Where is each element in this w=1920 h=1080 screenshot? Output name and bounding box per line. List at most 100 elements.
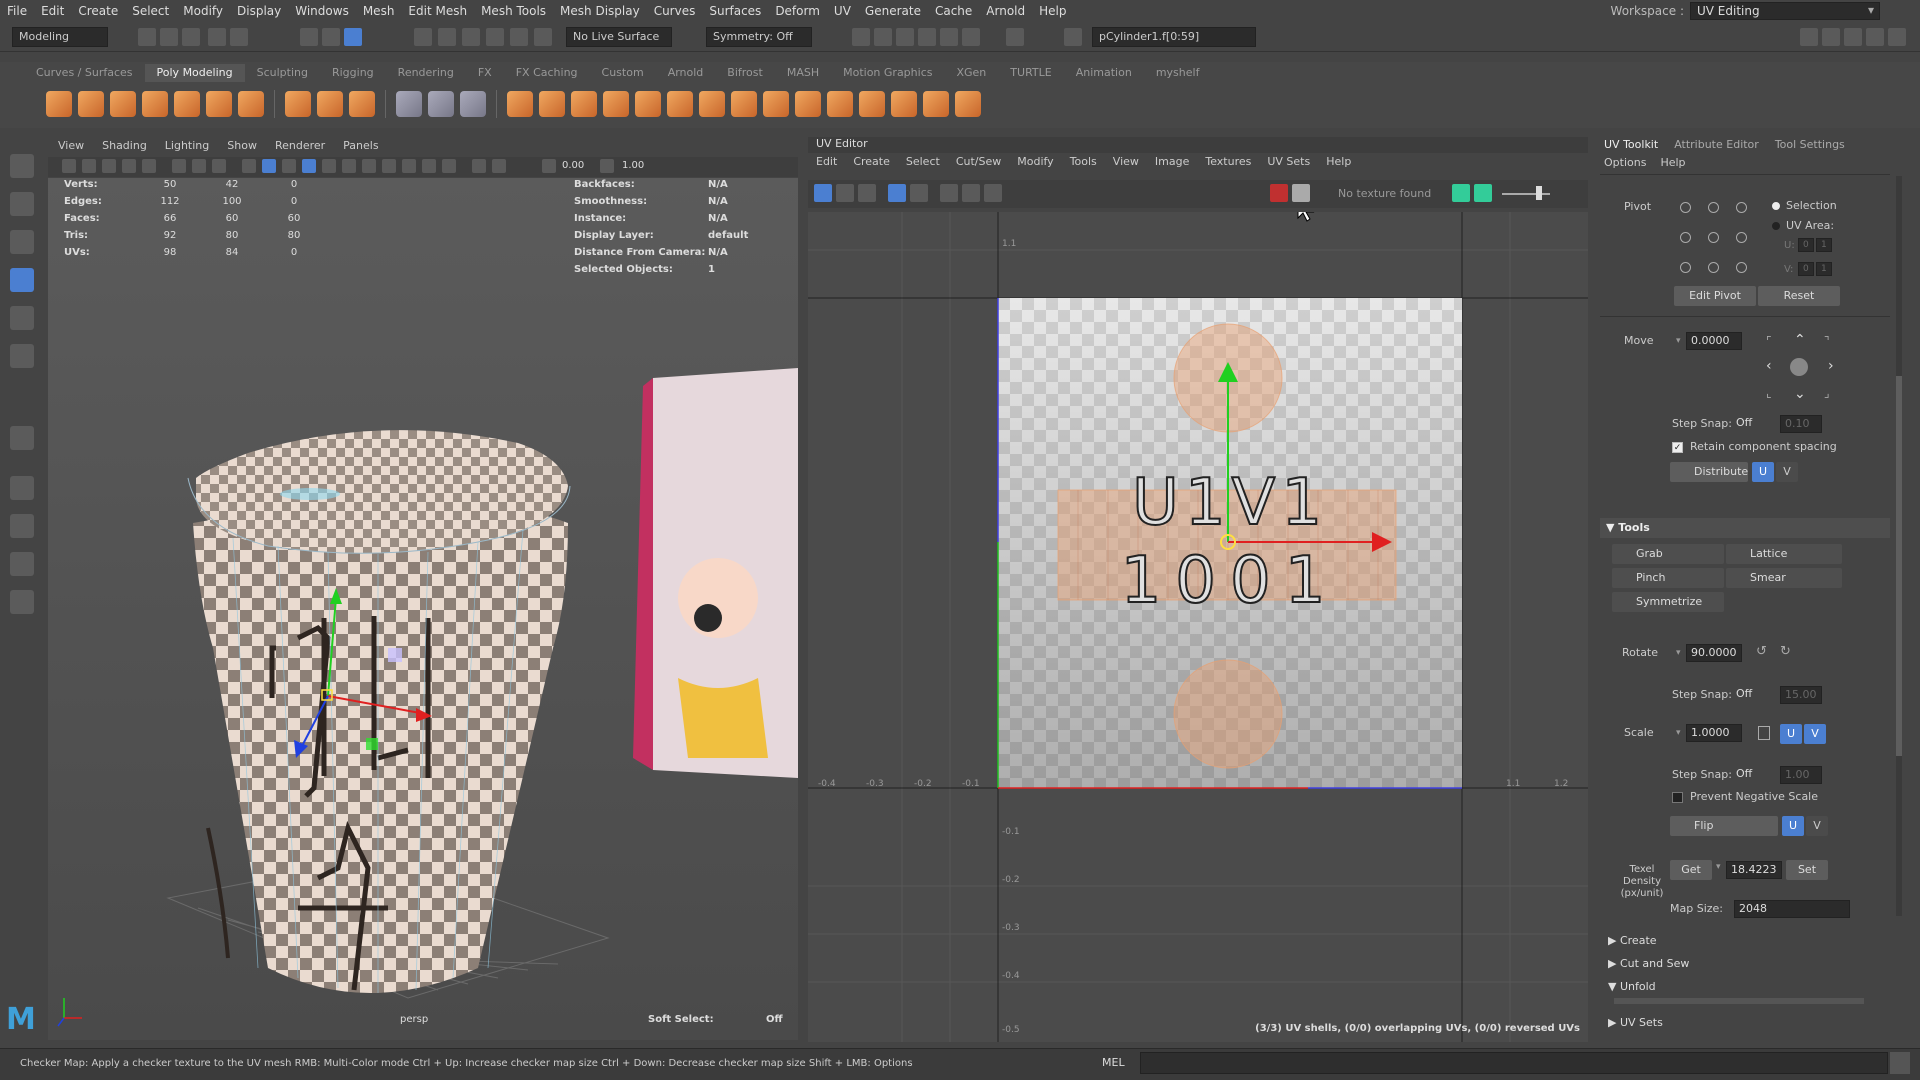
film-gate-icon[interactable] (192, 159, 206, 173)
distribute-v-button[interactable]: V (1776, 462, 1798, 482)
shelf-tab[interactable]: Custom (590, 64, 656, 82)
pivot-v-field[interactable]: 0 (1798, 262, 1814, 276)
rotate-step-snap-dropdown[interactable]: Off (1732, 686, 1774, 704)
history-icon[interactable] (534, 28, 552, 46)
menu-arnold[interactable]: Arnold (979, 4, 1032, 18)
scale-tool-icon[interactable] (10, 344, 34, 368)
pause-icon[interactable] (1006, 28, 1024, 46)
scale-step-snap-value[interactable]: 1.00 (1780, 766, 1822, 784)
uv-edge-icon[interactable] (858, 184, 876, 202)
pivot-u-field[interactable]: 0 (1798, 238, 1814, 252)
scale-v-button[interactable]: V (1804, 724, 1826, 744)
poly-disc-icon[interactable] (238, 91, 264, 117)
move-step-snap-value[interactable]: 0.10 (1780, 415, 1822, 433)
shelf-tab[interactable]: TURTLE (998, 64, 1063, 82)
symmetry-dropdown[interactable]: Symmetry: Off (706, 27, 812, 47)
workspace-dropdown[interactable]: UV Editing (1690, 2, 1880, 20)
scale-value-field[interactable]: 1.0000 (1686, 724, 1742, 742)
scale-lock-icon[interactable] (1758, 726, 1770, 740)
lasso-tool-icon[interactable] (10, 192, 34, 216)
move-center-icon[interactable] (1790, 358, 1808, 376)
uv-menu-item[interactable]: Cut/Sew (956, 155, 1001, 173)
poly-cone-icon[interactable] (142, 91, 168, 117)
shelf-tab[interactable]: myshelf (1144, 64, 1212, 82)
shelf-tab[interactable]: Arnold (656, 64, 716, 82)
smear-tool-button[interactable]: Smear (1726, 568, 1842, 588)
checker-tile-icon[interactable] (1292, 184, 1310, 202)
pivot-radio[interactable] (1736, 202, 1747, 213)
pivot-radio[interactable] (1680, 262, 1691, 273)
render-view-icon[interactable] (962, 28, 980, 46)
distribute-button[interactable]: Distribute (1670, 462, 1748, 482)
panel-tab[interactable]: Attribute Editor (1674, 138, 1759, 151)
gamma-value[interactable]: 1.00 (622, 160, 644, 171)
select-object-icon[interactable] (322, 28, 340, 46)
viewport-menu-item[interactable]: Show (227, 139, 257, 155)
motion-blur-icon[interactable] (422, 159, 436, 173)
lights-icon[interactable] (322, 159, 336, 173)
texel-dropdown-arrow-icon[interactable]: ▾ (1716, 862, 1721, 872)
new-scene-icon[interactable] (138, 28, 156, 46)
edit-pivot-button[interactable]: Edit Pivot (1674, 286, 1756, 306)
four-view-icon[interactable] (10, 514, 34, 538)
pivot-v-field-2[interactable]: 1 (1816, 262, 1832, 276)
uv-grid-icon[interactable] (940, 184, 958, 202)
lattice-tool-button[interactable]: Lattice (1726, 544, 1842, 564)
poly-plane-icon[interactable] (206, 91, 232, 117)
poly-superellipse-icon[interactable] (285, 91, 311, 117)
textured-icon[interactable] (302, 159, 316, 173)
checker-map-icon[interactable] (1270, 184, 1288, 202)
shelf-tab[interactable]: Poly Modeling (144, 64, 245, 82)
shelf-tab[interactable]: Rendering (386, 64, 466, 82)
menu-cache[interactable]: Cache (928, 4, 979, 18)
shelf-tab[interactable]: Sculpting (245, 64, 320, 82)
snap-view-icon[interactable] (486, 28, 504, 46)
create-section-header[interactable]: ▶ Create (1608, 934, 1657, 947)
menu-display[interactable]: Display (230, 4, 288, 18)
pivot-radio[interactable] (1680, 202, 1691, 213)
rotate-dropdown-arrow-icon[interactable]: ▾ (1676, 648, 1681, 658)
attribute-editor-icon[interactable] (1822, 28, 1840, 46)
render-frame-icon[interactable] (874, 28, 892, 46)
depth-of-field-icon[interactable] (472, 159, 486, 173)
uv-sets-section-header[interactable]: ▶ UV Sets (1608, 1016, 1663, 1029)
tool-settings-icon[interactable] (1844, 28, 1862, 46)
command-language-label[interactable]: MEL (1102, 1056, 1125, 1069)
menu-modify[interactable]: Modify (176, 4, 230, 18)
hud-icon[interactable] (492, 159, 506, 173)
move-down-icon[interactable]: ⌄ (1794, 386, 1806, 402)
viewport-menu-item[interactable]: Lighting (165, 139, 209, 155)
redo-icon[interactable] (230, 28, 248, 46)
brightness-slider[interactable] (1502, 193, 1550, 195)
resolution-gate-icon[interactable] (212, 159, 226, 173)
merge-icon[interactable] (603, 91, 629, 117)
scale-u-button[interactable]: U (1780, 724, 1802, 744)
viewport-menu-item[interactable]: Panels (343, 139, 378, 155)
ambient-occlusion-icon[interactable] (402, 159, 416, 173)
uv-menu-item[interactable]: Help (1326, 155, 1351, 173)
uv-menu-item[interactable]: Image (1155, 155, 1189, 173)
panel-submenu-item[interactable]: Options (1604, 156, 1646, 169)
snap-curve-icon[interactable] (438, 28, 456, 46)
circularize-icon[interactable] (795, 91, 821, 117)
wireframe-on-shaded-icon[interactable] (282, 159, 296, 173)
pivot-radio[interactable] (1680, 232, 1691, 243)
menu-create[interactable]: Create (71, 4, 125, 18)
image-plane-icon[interactable] (122, 159, 136, 173)
select-component-icon[interactable] (344, 28, 362, 46)
menu-windows[interactable]: Windows (288, 4, 356, 18)
uv-canvas[interactable]: U1V1 1001 -0.4 -0.3 -0.2 -0.1 1.1 1.2 1.… (808, 212, 1588, 1042)
live-surface-dropdown[interactable]: No Live Surface (566, 27, 672, 47)
move-up-right-icon[interactable]: ⌝ (1824, 334, 1830, 348)
panel-tab[interactable]: Tool Settings (1775, 138, 1845, 151)
menu-uv[interactable]: UV (827, 4, 858, 18)
move-value-field[interactable]: 0.0000 (1686, 332, 1742, 350)
move-dropdown-arrow-icon[interactable]: ▾ (1676, 336, 1681, 346)
xray-icon[interactable] (382, 159, 396, 173)
viewport-menu-item[interactable]: View (58, 139, 84, 155)
uv-vertex-icon[interactable] (910, 184, 928, 202)
scale-step-snap-dropdown[interactable]: Off (1732, 766, 1774, 784)
panel-tab[interactable]: UV Toolkit (1604, 138, 1658, 151)
tools-section-header[interactable]: ▼ Tools (1600, 518, 1890, 538)
gamma-icon[interactable] (600, 159, 614, 173)
